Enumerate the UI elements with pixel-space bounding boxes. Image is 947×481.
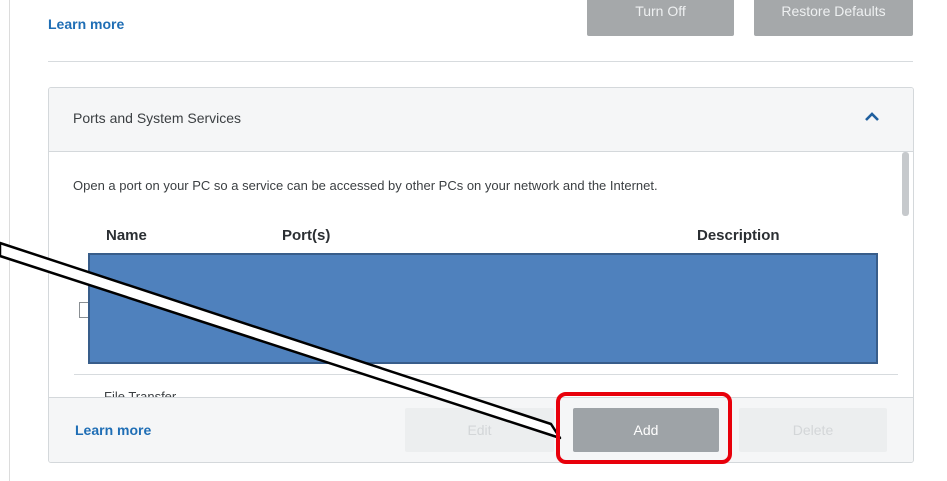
add-button-highlight — [556, 392, 732, 464]
callout-pointer — [0, 241, 562, 440]
